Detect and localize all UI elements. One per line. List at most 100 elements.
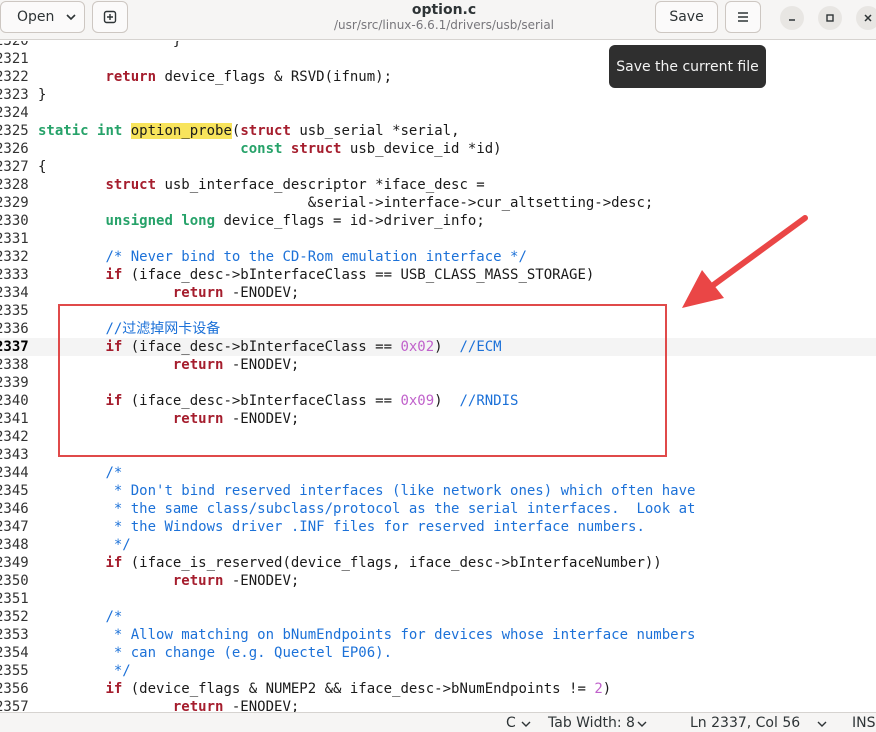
new-tab-button[interactable] bbox=[92, 1, 128, 33]
code-token: (iface_desc->bInterfaceClass == USB_CLAS… bbox=[122, 267, 595, 283]
code-token: usb_serial *serial, bbox=[290, 123, 460, 139]
code-line[interactable]: 2348 */ bbox=[0, 536, 876, 554]
language-selector[interactable]: C bbox=[506, 714, 531, 732]
code-token: return bbox=[172, 699, 224, 712]
line-code: { bbox=[38, 158, 46, 176]
code-line[interactable]: 2346 * the same class/subclass/protocol … bbox=[0, 500, 876, 518]
line-number: 2356 bbox=[0, 681, 29, 697]
line-code: struct usb_interface_descriptor *iface_d… bbox=[38, 176, 484, 194]
code-line[interactable]: 2327 { bbox=[0, 158, 876, 176]
code-line[interactable]: 2344 /* bbox=[0, 464, 876, 482]
chevron-down-icon bbox=[66, 14, 76, 21]
code-line[interactable]: 2349 if (iface_is_reserved(device_flags,… bbox=[0, 554, 876, 572]
line-code: } bbox=[38, 41, 181, 50]
line-code: * Allow matching on bNumEndpoints for de… bbox=[38, 626, 696, 644]
save-button[interactable]: Save bbox=[655, 1, 718, 33]
code-token: struct bbox=[290, 141, 342, 157]
line-number: 2327 bbox=[0, 159, 29, 175]
line-number: 2332 bbox=[0, 249, 29, 265]
line-code: * Don't bind reserved interfaces (like n… bbox=[38, 482, 696, 500]
line-code: return -ENODEV; bbox=[38, 284, 299, 302]
annotation-arrow-icon bbox=[682, 215, 808, 308]
code-line[interactable]: 2347 * the Windows driver .INF files for… bbox=[0, 518, 876, 536]
code-token: &serial->interface->cur_altsetting->desc… bbox=[38, 195, 654, 211]
file-path: /usr/src/linux-6.6.1/drivers/usb/serial bbox=[333, 18, 555, 32]
code-token: int bbox=[97, 123, 123, 139]
code-line[interactable]: 2328 struct usb_interface_descriptor *if… bbox=[0, 176, 876, 194]
line-number: 2325 bbox=[0, 123, 29, 139]
code-line[interactable]: 2352 /* bbox=[0, 608, 876, 626]
line-code: * can change (e.g. Quectel EP06). bbox=[38, 644, 392, 662]
line-number: 2353 bbox=[0, 627, 29, 643]
code-token: * Don't bind reserved interfaces (like n… bbox=[105, 483, 696, 499]
code-token: ) bbox=[602, 681, 612, 697]
code-line[interactable]: 2356 if (device_flags & NUMEP2 && iface_… bbox=[0, 680, 876, 698]
code-token: * the same class/subclass/protocol as th… bbox=[105, 501, 696, 517]
main-menu-button[interactable] bbox=[725, 1, 761, 33]
line-number: 2355 bbox=[0, 663, 29, 679]
minimize-icon bbox=[789, 19, 795, 21]
code-line[interactable]: 2323} bbox=[0, 86, 876, 104]
code-token: unsigned bbox=[105, 213, 173, 229]
tab-width-selector[interactable]: Tab Width: 8 bbox=[548, 714, 647, 732]
code-token: * the Windows driver .INF files for rese… bbox=[105, 519, 645, 535]
insert-mode-indicator[interactable]: INS bbox=[852, 714, 876, 732]
code-token: /* bbox=[105, 609, 123, 625]
code-line[interactable]: 2357 return -ENODEV; bbox=[0, 698, 876, 712]
line-code: * the same class/subclass/protocol as th… bbox=[38, 500, 696, 518]
language-label: C bbox=[506, 715, 516, 731]
code-line[interactable]: 2351 bbox=[0, 590, 876, 608]
line-number: 2342 bbox=[0, 429, 29, 445]
code-line[interactable]: 2324 bbox=[0, 104, 876, 122]
line-number: 2335 bbox=[0, 303, 29, 319]
code-token: { bbox=[38, 159, 47, 175]
line-number: 2324 bbox=[0, 105, 29, 121]
code-token: usb_device_id *id) bbox=[341, 141, 502, 157]
code-line[interactable]: 2329 &serial->interface->cur_altsetting-… bbox=[0, 194, 876, 212]
line-code: */ bbox=[38, 536, 131, 554]
code-token: return bbox=[172, 573, 224, 589]
code-line[interactable]: 2345 * Don't bind reserved interfaces (l… bbox=[0, 482, 876, 500]
line-code: &serial->interface->cur_altsetting->desc… bbox=[38, 194, 654, 212]
code-line[interactable]: 2355 */ bbox=[0, 662, 876, 680]
code-line[interactable]: 2326 const struct usb_device_id *id) bbox=[0, 140, 876, 158]
chevron-down-icon bbox=[521, 721, 531, 727]
code-line[interactable]: 2325 static int option_probe(struct usb_s… bbox=[0, 122, 876, 140]
code-line[interactable]: 2353 * Allow matching on bNumEndpoints f… bbox=[0, 626, 876, 644]
line-number: 2343 bbox=[0, 447, 29, 463]
code-token: device_flags = id->driver_info; bbox=[215, 213, 485, 229]
open-button[interactable]: Open bbox=[0, 1, 85, 33]
code-line[interactable]: 2350 return -ENODEV; bbox=[0, 572, 876, 590]
code-token: (device_flags & NUMEP2 && iface_desc->bN… bbox=[122, 681, 595, 697]
maximize-button[interactable] bbox=[818, 6, 842, 30]
line-number: 2352 bbox=[0, 609, 29, 625]
close-icon bbox=[864, 14, 872, 22]
code-token: */ bbox=[105, 663, 131, 679]
close-button[interactable] bbox=[856, 6, 876, 30]
line-number: 2330 bbox=[0, 213, 29, 229]
line-number: 2329 bbox=[0, 195, 29, 211]
line-number: 2349 bbox=[0, 555, 29, 571]
line-number: 2328 bbox=[0, 177, 29, 193]
code-line[interactable]: 2354 * can change (e.g. Quectel EP06). bbox=[0, 644, 876, 662]
line-code: const struct usb_device_id *id) bbox=[38, 140, 502, 158]
code-token: /* Never bind to the CD-Rom emulation in… bbox=[105, 249, 527, 265]
line-number: 2340 bbox=[0, 393, 29, 409]
cursor-position-selector[interactable]: Ln 2337, Col 56 bbox=[690, 714, 827, 732]
line-number: 2351 bbox=[0, 591, 29, 607]
minimize-button[interactable] bbox=[780, 6, 804, 30]
